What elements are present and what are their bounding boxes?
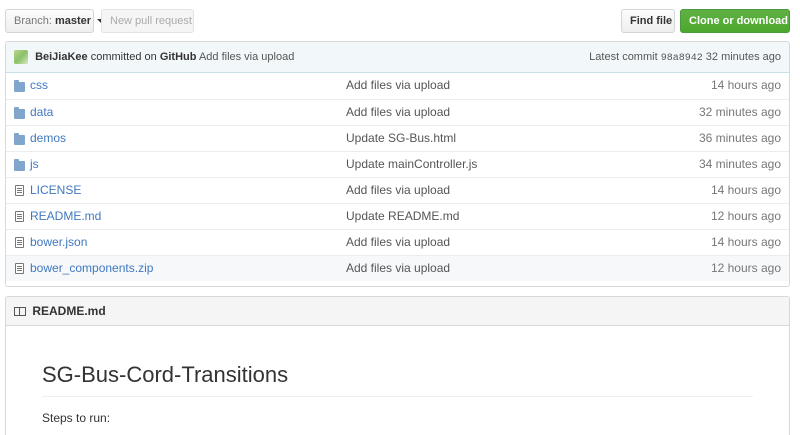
avatar[interactable] bbox=[14, 50, 28, 65]
file-row[interactable]: css Add files via upload 14 hours ago bbox=[6, 73, 789, 99]
folder-icon bbox=[14, 133, 25, 145]
find-file-button[interactable]: Find file bbox=[621, 9, 675, 33]
file-rows: css Add files via upload 14 hours ago data A… bbox=[6, 73, 789, 281]
chevron-down-icon bbox=[794, 19, 800, 24]
branch-select-button[interactable]: Branch: master bbox=[5, 9, 106, 33]
readme-panel: README.md SG-Bus-Cord-Transitions Steps … bbox=[5, 296, 790, 435]
file-icon bbox=[15, 237, 24, 248]
file-name-link[interactable]: LICENSE bbox=[30, 178, 81, 203]
file-age: 34 minutes ago bbox=[698, 157, 781, 171]
file-row[interactable]: data Add files via upload 32 minutes ago bbox=[6, 99, 789, 125]
file-navigation: Branch: master New pull request Find fil… bbox=[0, 0, 800, 40]
commit-committed-on: committed on bbox=[90, 51, 157, 63]
file-icon bbox=[15, 211, 24, 222]
file-age: 14 hours ago bbox=[710, 183, 781, 197]
file-commit-message[interactable]: Add files via upload bbox=[346, 230, 450, 255]
commit-tease: BeiJiaKee committed on GitHub Add files … bbox=[6, 42, 789, 73]
file-list: BeiJiaKee committed on GitHub Add files … bbox=[5, 41, 790, 287]
file-name-link[interactable]: demos bbox=[30, 126, 66, 151]
folder-icon bbox=[14, 80, 25, 92]
readme-title: SG-Bus-Cord-Transitions bbox=[42, 362, 753, 397]
file-row[interactable]: demos Update SG-Bus.html 36 minutes ago bbox=[6, 125, 789, 151]
file-commit-message[interactable]: Add files via upload bbox=[346, 178, 450, 203]
file-commit-message[interactable]: Update SG-Bus.html bbox=[346, 126, 456, 151]
readme-header: README.md bbox=[6, 297, 789, 326]
file-age: 36 minutes ago bbox=[698, 131, 781, 145]
folder-icon bbox=[14, 159, 25, 171]
file-name-link[interactable]: data bbox=[30, 100, 53, 125]
readme-body: SG-Bus-Cord-Transitions Steps to run: bbox=[6, 326, 789, 425]
book-icon bbox=[14, 307, 26, 316]
file-commit-message[interactable]: Add files via upload bbox=[346, 73, 450, 98]
file-age: 12 hours ago bbox=[710, 209, 781, 223]
file-age: 12 hours ago bbox=[710, 261, 781, 275]
new-pull-request-button[interactable]: New pull request bbox=[101, 9, 194, 33]
readme-intro: Steps to run: bbox=[42, 411, 111, 425]
file-row[interactable]: bower.json Add files via upload 14 hours a… bbox=[6, 229, 789, 255]
file-row[interactable]: README.md Update README.md 12 hours ago bbox=[6, 203, 789, 229]
commit-author[interactable]: BeiJiaKee bbox=[35, 51, 88, 63]
branch-prefix: Branch: bbox=[14, 15, 52, 27]
branch-name: master bbox=[54, 15, 92, 27]
commit-message[interactable]: Add files via upload bbox=[199, 51, 294, 63]
file-name-link[interactable]: bower_components.zip bbox=[30, 256, 153, 281]
latest-commit-info: Latest commit 98a8942 32 minutes ago bbox=[589, 42, 781, 74]
file-commit-message[interactable]: Add files via upload bbox=[346, 100, 450, 125]
latest-commit-label: Latest commit bbox=[589, 51, 658, 63]
file-commit-message[interactable]: Update mainController.js bbox=[346, 152, 477, 177]
file-commit-message[interactable]: Update README.md bbox=[346, 204, 459, 229]
commit-platform: GitHub bbox=[159, 51, 197, 63]
file-name-link[interactable]: css bbox=[30, 73, 48, 98]
file-icon bbox=[15, 185, 24, 196]
file-name-link[interactable]: bower.json bbox=[30, 230, 87, 255]
file-row[interactable]: bower_components.zip Add files via upload… bbox=[6, 255, 789, 281]
clone-or-download-button[interactable]: Clone or download bbox=[680, 9, 800, 33]
file-age: 14 hours ago bbox=[710, 78, 781, 92]
readme-filename: README.md bbox=[32, 304, 106, 318]
file-commit-message[interactable]: Add files via upload bbox=[346, 256, 450, 281]
file-row[interactable]: js Update mainController.js 34 minutes ago bbox=[6, 151, 789, 177]
clone-button-label: Clone or download bbox=[689, 15, 788, 27]
commit-sha[interactable]: 98a8942 bbox=[661, 53, 703, 64]
file-icon bbox=[15, 263, 24, 274]
folder-icon bbox=[14, 107, 25, 119]
file-name-link[interactable]: js bbox=[30, 152, 39, 177]
file-name-link[interactable]: README.md bbox=[30, 204, 101, 229]
file-age: 32 minutes ago bbox=[698, 105, 781, 119]
file-age: 14 hours ago bbox=[710, 235, 781, 249]
file-row[interactable]: LICENSE Add files via upload 14 hours ago bbox=[6, 177, 789, 203]
commit-age: 32 minutes ago bbox=[705, 51, 781, 63]
